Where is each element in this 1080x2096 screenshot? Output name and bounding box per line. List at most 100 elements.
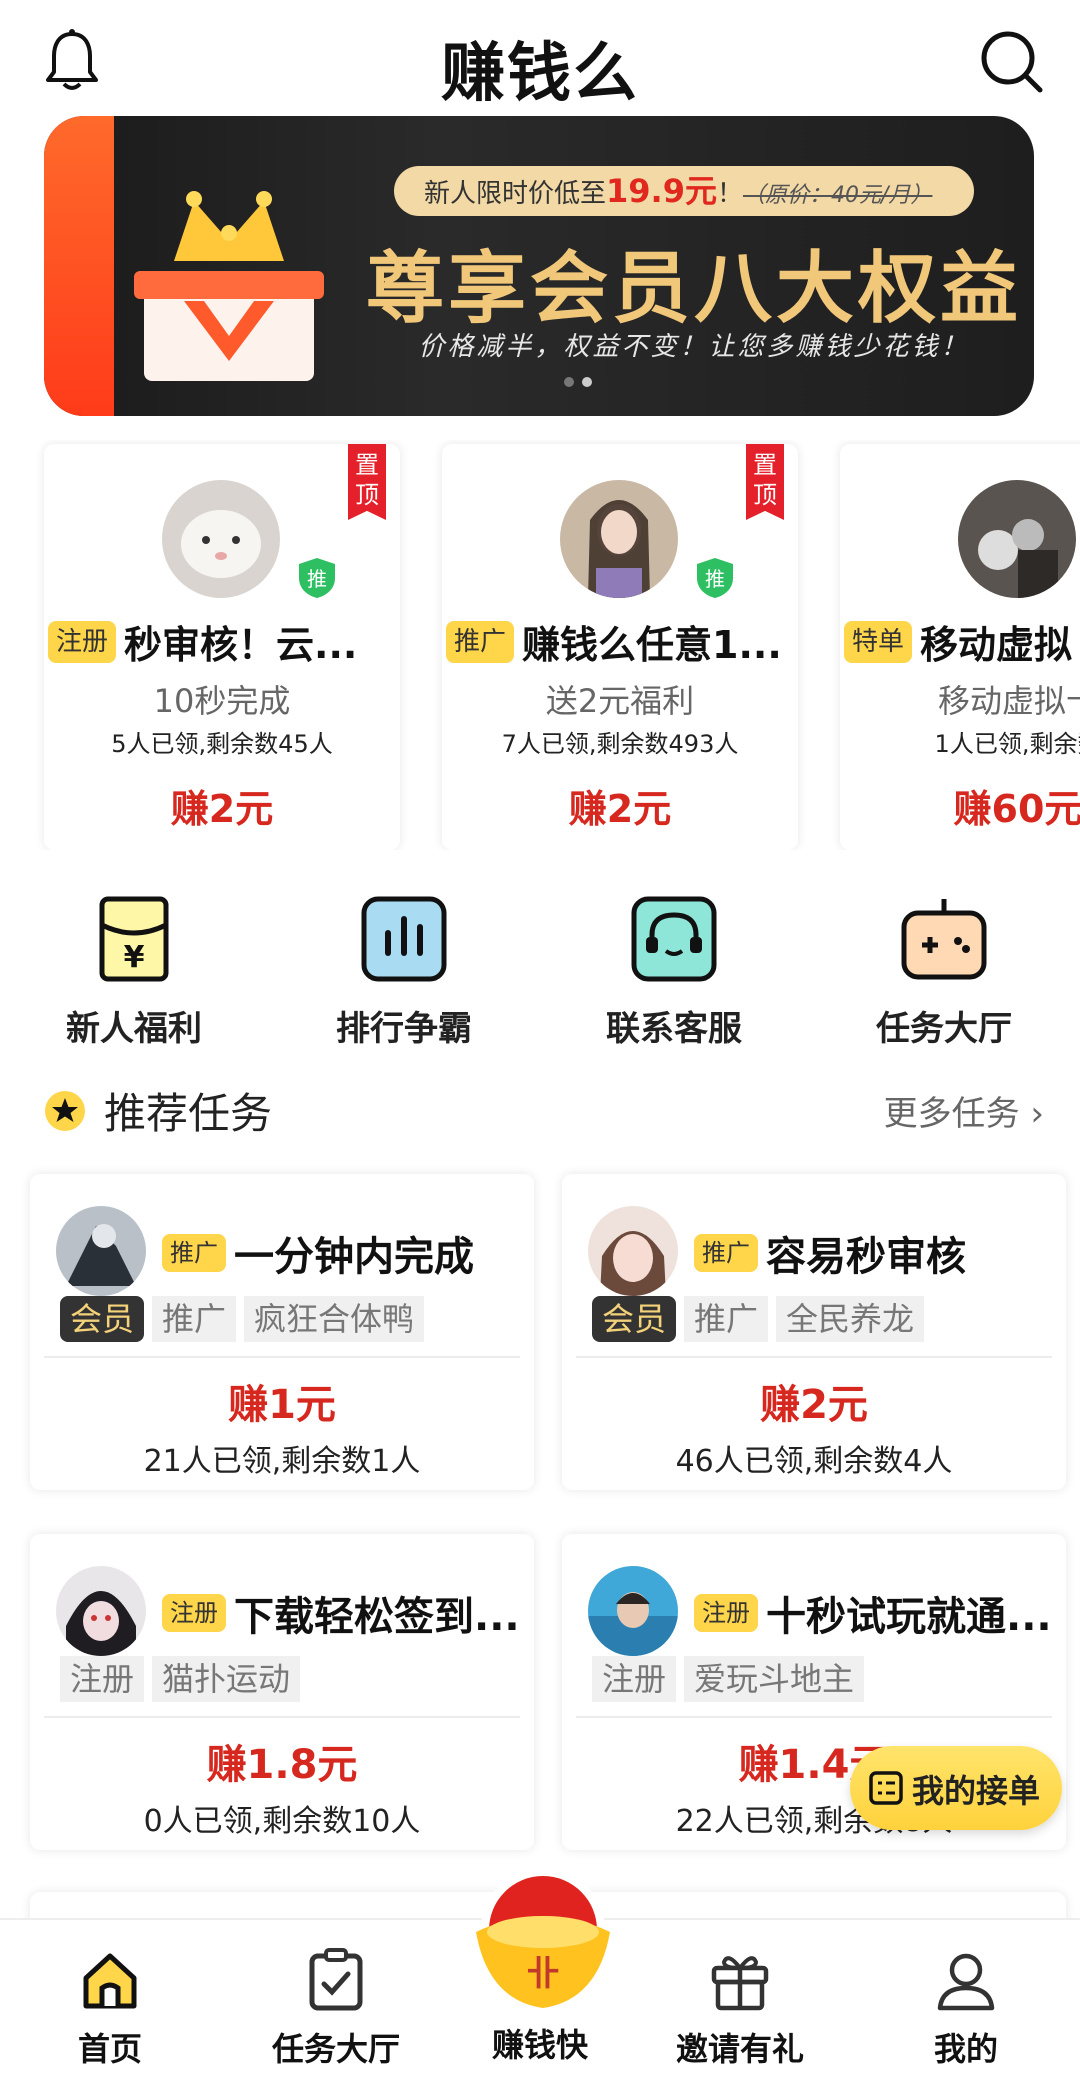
app-name-chip: 疯狂合体鸭: [244, 1296, 425, 1342]
task-title-line: 推广 容易秒审核: [694, 1224, 1064, 1282]
card-desc: 10秒完成: [153, 682, 291, 720]
carousel-dot[interactable]: [564, 377, 574, 387]
pinned-task-card[interactable]: 置顶 推 推广 赚钱么任意1... 送2元福利 7人已领,剩余数493人 赚2元: [442, 444, 798, 850]
task-chips: 注册 猫扑运动: [60, 1656, 308, 1702]
card-stats: 5人已领,剩余数45人: [111, 730, 333, 758]
category-chip: 推广: [684, 1296, 769, 1342]
red-envelope-icon: ¥: [99, 896, 169, 982]
task-title: 下载轻松签到...: [234, 1594, 520, 1640]
card-desc: 送2元福利: [545, 682, 695, 720]
divider: [576, 1716, 1052, 1718]
quick-nav-task-hall[interactable]: 任务大厅: [844, 895, 1044, 1050]
app-name-chip: 爱玩斗地主: [684, 1656, 865, 1702]
recommended-section-header: 推荐任务 更多任务 ›: [44, 1080, 1044, 1140]
promo-price: 19.9元: [606, 172, 717, 210]
task-stats: 0人已领,剩余数10人: [143, 1804, 421, 1839]
tab-home[interactable]: 首页: [10, 1948, 210, 2070]
tab-me[interactable]: 我的: [866, 1948, 1066, 2070]
tab-earn-fast[interactable]: 赚钱快: [440, 2012, 640, 2066]
card-stats: 7人已领,剩余数493人: [501, 730, 739, 758]
banner-edge: [44, 116, 114, 416]
search-icon[interactable]: [978, 28, 1044, 94]
quick-nav-label: 联系客服: [606, 1009, 742, 1049]
category-chip: 注册: [60, 1656, 145, 1702]
promo-prefix: 新人限时价低至: [424, 179, 607, 209]
card-title-line: 注册 秒审核！云...: [44, 614, 400, 674]
tab-label: 首页: [77, 2030, 142, 2068]
task-card[interactable]: 推广 一分钟内完成 会员 推广 疯狂合体鸭 赚1元 21人已领,剩余数1人: [30, 1174, 534, 1490]
card-title: 赚钱么任意1...: [522, 623, 782, 667]
app-title: 赚钱么: [441, 37, 639, 111]
bar-chart-icon: [361, 896, 447, 982]
task-chips: 注册 爱玩斗地主: [592, 1656, 872, 1702]
clipboard-check-icon: [309, 1948, 363, 2011]
quick-nav-label: 新人福利: [66, 1009, 202, 1049]
quick-nav-label: 排行争霸: [336, 1009, 472, 1049]
carousel-dots: [564, 372, 600, 391]
task-type-tag: 推广: [446, 620, 515, 663]
recommend-badge-text: 推: [307, 567, 327, 591]
card-title-line: 特单 移动虚拟: [840, 614, 1080, 674]
promo-banner[interactable]: 新人限时价低至19.9元！（原价：40元/月） 尊享会员八大权益 价格减半，权益…: [44, 116, 1034, 416]
task-type-tag: 注册: [162, 1594, 226, 1632]
task-chips: 会员 推广 全民养龙: [592, 1296, 932, 1342]
vip-chip: 会员: [60, 1296, 145, 1342]
svg-text:卝: 卝: [526, 1954, 560, 1994]
more-tasks-link[interactable]: 更多任务 ›: [884, 1086, 1044, 1135]
tab-invite[interactable]: 邀请有礼: [640, 1948, 840, 2070]
task-title-line: 注册 下载轻松签到...: [162, 1584, 532, 1642]
avatar: [588, 1206, 678, 1296]
card-title-line: 推广 赚钱么任意1...: [442, 614, 798, 674]
task-title: 容易秒审核: [766, 1234, 966, 1280]
carousel-dot-active[interactable]: [582, 377, 592, 387]
gamepad-icon: [901, 899, 987, 980]
promo-original-price: （原价：40元/月）: [743, 183, 933, 208]
recommend-shield-icon: 推: [697, 558, 733, 598]
banner-subline: 价格减半，权益不变！让您多赚钱少花钱！: [418, 332, 970, 362]
gold-ingot-icon: 卝: [476, 1868, 610, 2008]
card-stats: 1人已领,剩余数: [934, 730, 1080, 758]
quick-nav-newbie-bonus[interactable]: ¥ 新人福利: [34, 895, 234, 1050]
pinned-ribbon: 置顶: [746, 444, 784, 520]
recommend-badge-text: 推: [705, 567, 725, 591]
tab-task-hall[interactable]: 任务大厅: [236, 1948, 436, 2070]
task-type-tag: 注册: [694, 1594, 758, 1632]
card-earn: 赚60元: [953, 787, 1080, 831]
task-card[interactable]: 推广 容易秒审核 会员 推广 全民养龙 赚2元 46人已领,剩余数4人: [562, 1174, 1066, 1490]
pinned-task-card[interactable]: 推 特单移动虚拟 移动虚拟卡 1人已领,剩余数 赚60元: [840, 444, 1080, 850]
pinned-task-carousel: 置顶 推 注册 秒审核！云... 10秒完成 5人已领,剩余数45人 赚2元 置顶: [0, 440, 1080, 850]
app-name-chip: 猫扑运动: [152, 1656, 301, 1702]
tab-label: 任务大厅: [271, 2030, 400, 2068]
gift-icon: [711, 1956, 769, 2011]
svg-text:¥: ¥: [124, 940, 145, 975]
task-stats: 21人已领,剩余数1人: [143, 1444, 421, 1479]
divider: [44, 1356, 520, 1358]
promo-price-pill: 新人限时价低至19.9元！（原价：40元/月）: [394, 166, 974, 216]
tab-label: 我的: [933, 2030, 998, 2068]
task-title: 一分钟内完成: [234, 1234, 474, 1280]
task-card[interactable]: 注册 下载轻松签到... 注册 猫扑运动 赚1.8元 0人已领,剩余数10人: [30, 1534, 534, 1850]
star-icon: [45, 1091, 85, 1131]
user-icon: [937, 1953, 995, 2011]
task-earn: 赚2元: [760, 1382, 868, 1428]
home-icon: [83, 1953, 137, 2009]
category-chip: 推广: [152, 1296, 237, 1342]
task-earn: 赚1.8元: [206, 1742, 358, 1788]
chevron-right-icon: ›: [1030, 1094, 1044, 1134]
banner-headline: 尊享会员八大权益: [365, 244, 1022, 334]
card-title: 移动虚拟: [920, 623, 1073, 667]
task-title-line: 推广 一分钟内完成: [162, 1224, 532, 1282]
quick-nav-leaderboard[interactable]: 排行争霸: [304, 895, 504, 1050]
pinned-ribbon: 置顶: [348, 444, 386, 520]
my-orders-float-button[interactable]: 我的接单: [850, 1746, 1062, 1830]
tab-label: 赚钱快: [491, 2026, 588, 2064]
quick-nav-customer-service[interactable]: 联系客服: [574, 895, 774, 1050]
pinned-task-card[interactable]: 置顶 推 注册 秒审核！云... 10秒完成 5人已领,剩余数45人 赚2元: [44, 444, 400, 850]
task-type-tag: 推广: [162, 1234, 226, 1272]
divider: [576, 1356, 1052, 1358]
avatar: [588, 1566, 678, 1656]
more-tasks-label: 更多任务: [883, 1094, 1020, 1134]
task-chips: 会员 推广 疯狂合体鸭: [60, 1296, 432, 1342]
task-title-line: 注册 十秒试玩就通...: [694, 1584, 1064, 1642]
earn-fast-center-button[interactable]: 卝: [448, 1860, 638, 2030]
